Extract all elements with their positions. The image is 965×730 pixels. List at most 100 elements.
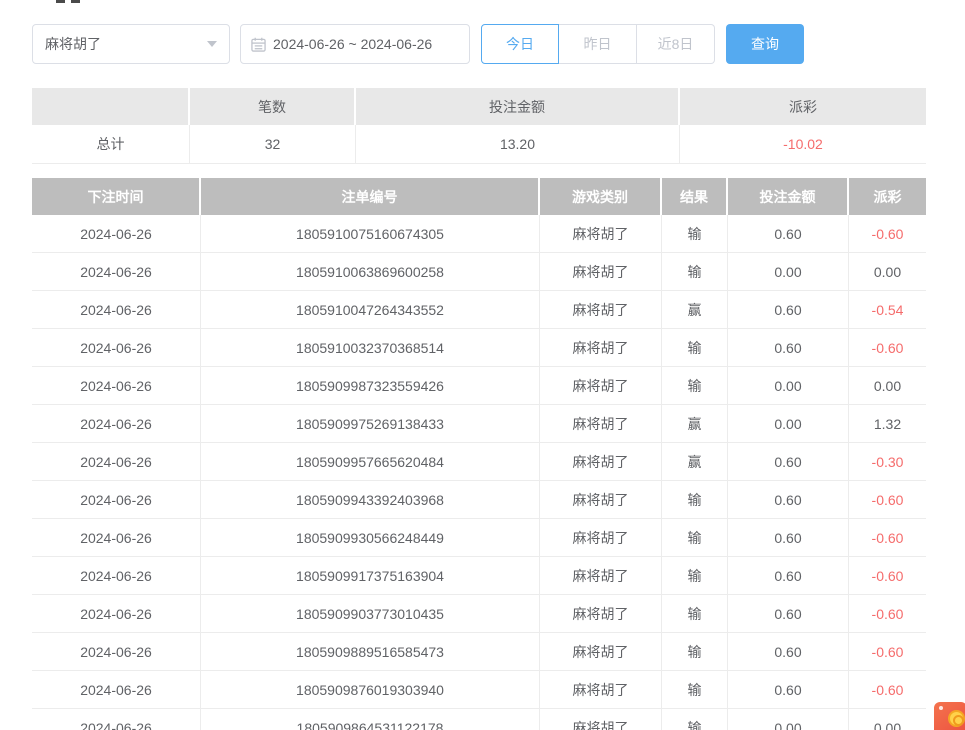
- cell-result: 输: [662, 329, 728, 366]
- summary-total-row: 总计 32 13.20 -10.02: [32, 125, 926, 164]
- clipped-page-title: [56, 0, 80, 3]
- cell-result: 输: [662, 215, 728, 252]
- summary-count: 32: [190, 125, 356, 163]
- cell-result: 输: [662, 557, 728, 594]
- cell-payout: -0.54: [849, 291, 926, 328]
- cell-result: 输: [662, 633, 728, 670]
- cell-payout: -0.60: [849, 671, 926, 708]
- sparkle-icon: [939, 706, 943, 710]
- cell-bet-amount: 0.60: [728, 519, 849, 556]
- cell-game: 麻将胡了: [540, 481, 662, 518]
- cell-payout: -0.60: [849, 519, 926, 556]
- cell-game: 麻将胡了: [540, 253, 662, 290]
- cell-bet-id: 1805910032370368514: [201, 329, 540, 366]
- summary-total-label: 总计: [32, 125, 190, 163]
- table-row: 2024-06-261805909903773010435麻将胡了输0.60-0…: [32, 595, 926, 633]
- quick-range-group: 今日 昨日 近8日: [481, 24, 715, 64]
- table-header-row: 下注时间 注单编号 游戏类别 结果 投注金额 派彩: [32, 178, 926, 215]
- quick-button-yesterday[interactable]: 昨日: [559, 24, 637, 64]
- cell-bet-id: 1805909930566248449: [201, 519, 540, 556]
- cell-payout: -0.60: [849, 481, 926, 518]
- cell-bet-time: 2024-06-26: [32, 709, 201, 730]
- cell-bet-amount: 0.60: [728, 481, 849, 518]
- table-row: 2024-06-261805909987323559426麻将胡了输0.000.…: [32, 367, 926, 405]
- cell-bet-id: 1805910047264343552: [201, 291, 540, 328]
- cell-bet-id: 1805910075160674305: [201, 215, 540, 252]
- header-game: 游戏类别: [540, 178, 662, 215]
- cell-bet-id: 1805910063869600258: [201, 253, 540, 290]
- table-row: 2024-06-261805909876019303940麻将胡了输0.60-0…: [32, 671, 926, 709]
- table-row: 2024-06-261805909917375163904麻将胡了输0.60-0…: [32, 557, 926, 595]
- header-result: 结果: [662, 178, 728, 215]
- cell-bet-id: 1805909889516585473: [201, 633, 540, 670]
- cell-bet-time: 2024-06-26: [32, 671, 201, 708]
- cell-bet-amount: 0.60: [728, 633, 849, 670]
- game-select[interactable]: 麻将胡了: [32, 24, 230, 64]
- cell-bet-amount: 0.00: [728, 253, 849, 290]
- summary-header-row: 笔数 投注金额 派彩: [32, 88, 926, 125]
- cell-bet-amount: 0.60: [728, 215, 849, 252]
- date-range-input[interactable]: 2024-06-26 ~ 2024-06-26: [240, 24, 470, 64]
- cell-payout: 0.00: [849, 367, 926, 404]
- quick-button-today[interactable]: 今日: [481, 24, 559, 64]
- table-row: 2024-06-261805909889516585473麻将胡了输0.60-0…: [32, 633, 926, 671]
- cell-result: 赢: [662, 443, 728, 480]
- summary-table: 笔数 投注金额 派彩 总计 32 13.20 -10.02: [32, 88, 926, 164]
- cell-bet-id: 1805909864531122178: [201, 709, 540, 730]
- summary-header-payout: 派彩: [680, 88, 926, 125]
- cell-payout: -0.30: [849, 443, 926, 480]
- header-payout: 派彩: [849, 178, 926, 215]
- table-row: 2024-06-261805909957665620484麻将胡了赢0.60-0…: [32, 443, 926, 481]
- summary-header-blank: [32, 88, 190, 125]
- cell-payout: 0.00: [849, 253, 926, 290]
- header-bet-id: 注单编号: [201, 178, 540, 215]
- cell-payout: -0.60: [849, 595, 926, 632]
- cell-payout: 0.00: [849, 709, 926, 730]
- quick-button-last8days[interactable]: 近8日: [637, 24, 715, 64]
- cell-bet-time: 2024-06-26: [32, 443, 201, 480]
- cell-bet-amount: 0.60: [728, 291, 849, 328]
- cell-game: 麻将胡了: [540, 291, 662, 328]
- cell-bet-id: 1805909957665620484: [201, 443, 540, 480]
- table-row: 2024-06-261805909975269138433麻将胡了赢0.001.…: [32, 405, 926, 443]
- cell-game: 麻将胡了: [540, 215, 662, 252]
- table-row: 2024-06-261805909864531122178麻将胡了输0.000.…: [32, 709, 926, 730]
- bet-records-page: 麻将胡了 2024-06-26 ~ 2024-06-26 今日 昨日 近8日 查…: [0, 0, 965, 730]
- cell-bet-time: 2024-06-26: [32, 405, 201, 442]
- table-row: 2024-06-261805910047264343552麻将胡了赢0.60-0…: [32, 291, 926, 329]
- header-bet-amount: 投注金额: [728, 178, 849, 215]
- cell-bet-id: 1805909943392403968: [201, 481, 540, 518]
- cell-game: 麻将胡了: [540, 443, 662, 480]
- cell-result: 赢: [662, 291, 728, 328]
- cell-bet-amount: 0.60: [728, 443, 849, 480]
- summary-payout: -10.02: [680, 125, 926, 163]
- cell-game: 麻将胡了: [540, 519, 662, 556]
- table-row: 2024-06-261805910032370368514麻将胡了输0.60-0…: [32, 329, 926, 367]
- cell-bet-time: 2024-06-26: [32, 557, 201, 594]
- cell-bet-id: 1805909876019303940: [201, 671, 540, 708]
- cell-bet-amount: 0.00: [728, 709, 849, 730]
- cell-payout: -0.60: [849, 329, 926, 366]
- cell-bet-id: 1805909917375163904: [201, 557, 540, 594]
- cell-bet-time: 2024-06-26: [32, 633, 201, 670]
- table-row: 2024-06-261805910075160674305麻将胡了输0.60-0…: [32, 215, 926, 253]
- cell-bet-amount: 0.00: [728, 367, 849, 404]
- cell-payout: -0.60: [849, 215, 926, 252]
- table-row: 2024-06-261805910063869600258麻将胡了输0.000.…: [32, 253, 926, 291]
- summary-bet-amount: 13.20: [356, 125, 680, 163]
- cell-bet-id: 1805909987323559426: [201, 367, 540, 404]
- query-button[interactable]: 查询: [726, 24, 804, 64]
- cell-game: 麻将胡了: [540, 367, 662, 404]
- cell-payout: -0.60: [849, 557, 926, 594]
- cell-result: 输: [662, 709, 728, 730]
- cell-bet-time: 2024-06-26: [32, 519, 201, 556]
- red-envelope-widget[interactable]: [934, 702, 965, 730]
- gold-coin-icon: [948, 710, 965, 727]
- filter-bar: 麻将胡了 2024-06-26 ~ 2024-06-26 今日 昨日 近8日 查…: [32, 24, 804, 64]
- cell-payout: 1.32: [849, 405, 926, 442]
- chevron-down-icon: [207, 41, 217, 47]
- header-bet-time: 下注时间: [32, 178, 201, 215]
- game-select-value: 麻将胡了: [45, 34, 207, 54]
- cell-bet-amount: 0.60: [728, 329, 849, 366]
- cell-bet-id: 1805909975269138433: [201, 405, 540, 442]
